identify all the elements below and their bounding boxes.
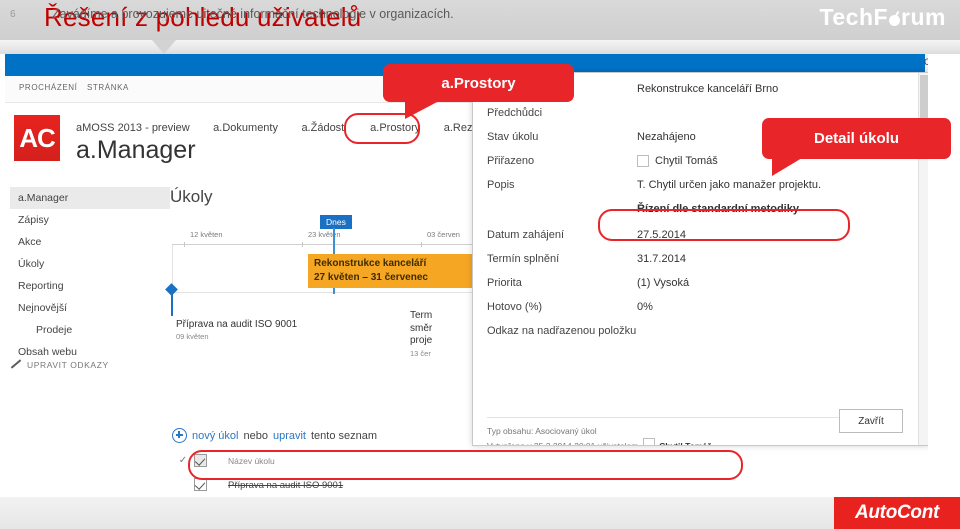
nav-item-dokumenty[interactable]: a.Dokumenty — [213, 122, 278, 134]
edit-links-label: UPRAVIT ODKAZY — [27, 359, 109, 370]
footer-text-1: Zavádíme a provozujeme u — [52, 7, 204, 21]
sidebar-item-nejnovejsi[interactable]: Nejnovější — [10, 297, 170, 319]
field-label: Termín splnění — [487, 253, 560, 265]
field-label: Odkaz na nadřazenou položku — [487, 325, 637, 337]
timeline-milestone-date: 09 květen — [176, 332, 209, 341]
timeline-today-marker: Dnes — [320, 215, 352, 229]
annotation-ring-metodika — [598, 209, 850, 241]
sidebar-item-prodeje[interactable]: Prodeje — [10, 319, 170, 341]
sidebar-item-ukoly[interactable]: Úkoly — [10, 253, 170, 275]
timeline-bar-title: Rekonstrukce kanceláří — [314, 258, 427, 269]
sidebar-item-reporting[interactable]: Reporting — [10, 275, 170, 297]
new-task-tail-label: tento seznam — [311, 429, 378, 442]
site-title: a.Manager — [76, 136, 196, 164]
nav-item-zadosti[interactable]: a.Žádosti — [301, 122, 346, 134]
timeline-milestone-label: Příprava na audit ISO 9001 — [176, 319, 298, 330]
field-value: T. Chytil určen jako manažer projektu. — [637, 179, 822, 191]
sidebar-item-zapisy[interactable]: Zápisy — [10, 209, 170, 231]
sidebar-item-amanager[interactable]: a.Manager — [10, 187, 170, 209]
meta-created-prefix: Vytvořeno v 25.3.2014 20:01 uživatelem — [487, 440, 639, 446]
nav-item-amoss[interactable]: aMOSS 2013 - preview — [76, 122, 190, 134]
slide-number: 6 — [10, 9, 16, 20]
left-navigation: a.Manager Zápisy Akce Úkoly Reporting Ne… — [10, 187, 170, 363]
field-label: Přiřazeno — [487, 155, 535, 167]
field-value: 0% — [637, 301, 653, 313]
timeline-tick-1: 12 květen — [184, 230, 223, 247]
dialog-metadata: Typ obsahu: Asociovaný úkol Vytvořeno v … — [487, 425, 745, 446]
timeline-milestone-stem — [171, 292, 173, 316]
dialog-separator — [487, 417, 893, 418]
new-task-mid-label: nebo — [243, 429, 268, 442]
row-task-name[interactable]: Příprava na audit ISO 9001 — [228, 480, 446, 491]
field-value: 31.7.2014 — [637, 253, 686, 265]
autocont-logo: AutoCont — [834, 497, 960, 529]
autocont-logo-text: AutoCont — [854, 502, 940, 523]
presence-checkbox-icon — [637, 155, 649, 167]
timeline-secondary-date: 13 čer — [410, 348, 431, 358]
field-odkaz-nadrazena: Odkaz na nadřazenou položku — [487, 325, 907, 337]
timeline-secondary-line2: směr — [410, 322, 433, 334]
field-label: Předchůdci — [487, 107, 543, 119]
field-label: Popis — [487, 179, 515, 191]
new-task-link[interactable]: nový úkol — [192, 430, 238, 442]
close-button[interactable]: Zavřít — [839, 409, 903, 433]
timeline: 12 květen 23 květen 03 červen Dnes Přípr… — [165, 215, 483, 358]
meta-content-type: Typ obsahu: Asociovaný úkol — [487, 426, 597, 436]
timeline-axis — [172, 244, 472, 245]
annotation-ring-task-row — [188, 450, 743, 480]
tab-stranka[interactable]: STRÁNKA — [87, 83, 129, 92]
timeline-secondary-label: Term směr proje 13 čer — [410, 310, 432, 360]
tab-prochazeni[interactable]: PROCHÁZENÍ — [19, 83, 77, 92]
row-checkbox-cell[interactable] — [194, 478, 228, 493]
content-heading: Úkoly — [170, 187, 213, 206]
field-label: Priorita — [487, 277, 522, 289]
presence-checkbox-icon — [642, 437, 655, 445]
slide-footer — [0, 497, 960, 529]
timeline-tick-3: 03 červen — [421, 230, 460, 247]
timeline-secondary-line3: proje — [410, 335, 433, 346]
field-hotovo: Hotovo (%) 0% — [487, 301, 907, 313]
pencil-icon — [10, 359, 21, 370]
field-label: Stav úkolu — [487, 131, 539, 143]
timeline-bar-range: 27 květen – 31 červenec — [314, 272, 428, 283]
footer-text-2: ečné informační technologie v organizací… — [209, 7, 454, 21]
suite-bar-user[interactable]: Chytil — [924, 57, 928, 68]
dialog-title-value: Rekonstrukce kanceláří Brno — [637, 83, 779, 95]
field-label: Hotovo (%) — [487, 301, 543, 313]
meta-created-line: Vytvořeno v 25.3.2014 20:01 uživatelem C… — [487, 437, 745, 446]
header-notch — [152, 40, 176, 54]
slide: Řešení z pohledu uživatelů TechFrum Chyt… — [0, 0, 960, 529]
edit-links-button[interactable]: UPRAVIT ODKAZY — [10, 359, 109, 370]
timeline-task-bar[interactable]: Rekonstrukce kanceláří 27 květen – 31 če… — [308, 254, 483, 288]
edit-list-link[interactable]: upravit — [273, 430, 306, 442]
techforum-logo: TechF rum — [819, 4, 946, 30]
annotation-callout-prostory: a.Prostory — [383, 64, 574, 119]
field-termin-splneni: Termín splnění 31.7.2014 — [487, 253, 907, 265]
timeline-secondary-line1: Term — [410, 310, 433, 321]
site-logo[interactable]: AC — [14, 115, 60, 161]
sidebar-item-akce[interactable]: Akce — [10, 231, 170, 253]
top-navigation: aMOSS 2013 - preview a.Dokumenty a.Žádos… — [76, 118, 525, 136]
meta-created-user[interactable]: Chytil Tomáš — [659, 441, 712, 446]
header-sheen — [0, 40, 960, 54]
plus-circle-icon[interactable] — [172, 428, 187, 443]
logo-dot-icon — [889, 15, 901, 26]
new-task-row: nový úkol nebo upravit tento seznam — [172, 428, 377, 443]
field-value: (1) Vysoká — [637, 277, 690, 289]
field-value[interactable]: Chytil Tomáš — [655, 155, 718, 167]
field-priorita: Priorita (1) Vysoká — [487, 277, 907, 289]
footer-tagline: Zavádíme a provozujeme uitečné informačn… — [52, 7, 454, 21]
annotation-callout-detail: Detail úkolu — [762, 118, 951, 176]
field-popis: Popis T. Chytil určen jako manažer proje… — [487, 179, 907, 191]
timeline-tick-2: 23 květen — [302, 230, 341, 247]
